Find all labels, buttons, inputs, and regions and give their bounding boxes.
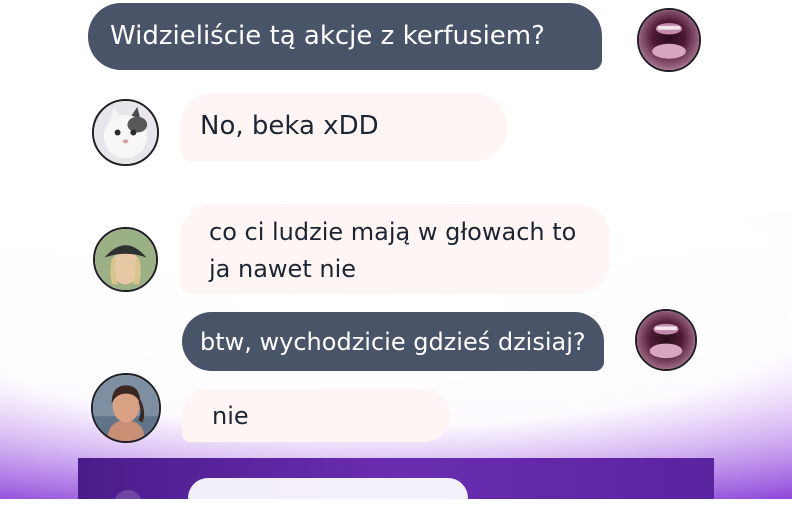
avatar-cat-image [94, 101, 157, 164]
message-text: Widzieliście tą akcje z kerfusiem? [110, 21, 545, 51]
avatar-hat-person-image [95, 229, 156, 290]
message-text-line: ja nawet nie [209, 255, 356, 283]
message-bubble-incoming[interactable]: co ci ludzie mają w głowach to ja nawet … [180, 204, 610, 294]
avatar-mouth-image [639, 10, 699, 70]
message-bubble-incoming[interactable]: No, beka xDD [180, 93, 507, 161]
message-bubble-outgoing[interactable]: Widzieliście tą akcje z kerfusiem? [88, 3, 602, 70]
attachment-button[interactable] [114, 490, 142, 518]
message-input[interactable] [188, 478, 468, 518]
avatar-cat-photo[interactable] [92, 99, 159, 166]
avatar-mouth-photo[interactable] [635, 309, 697, 371]
message-text: nie [212, 402, 249, 430]
avatar-woman-image [93, 375, 159, 441]
message-text: No, beka xDD [200, 111, 379, 141]
composer-bar [78, 458, 714, 518]
chat-conversation: Widzieliście tą akcje z kerfusiem? No, b… [0, 0, 792, 518]
message-bubble-incoming[interactable]: nie [182, 389, 450, 442]
message-text-line: co ci ludzie mają w głowach to [209, 218, 577, 246]
avatar-mouth-image [637, 311, 695, 369]
avatar-mouth-photo[interactable] [637, 8, 701, 72]
message-bubble-outgoing[interactable]: btw, wychodzicie gdzieś dzisiaj? [182, 312, 604, 371]
avatar-woman-photo[interactable] [91, 373, 161, 443]
avatar-hat-person-photo[interactable] [93, 227, 158, 292]
message-text: btw, wychodzicie gdzieś dzisiaj? [200, 328, 586, 356]
